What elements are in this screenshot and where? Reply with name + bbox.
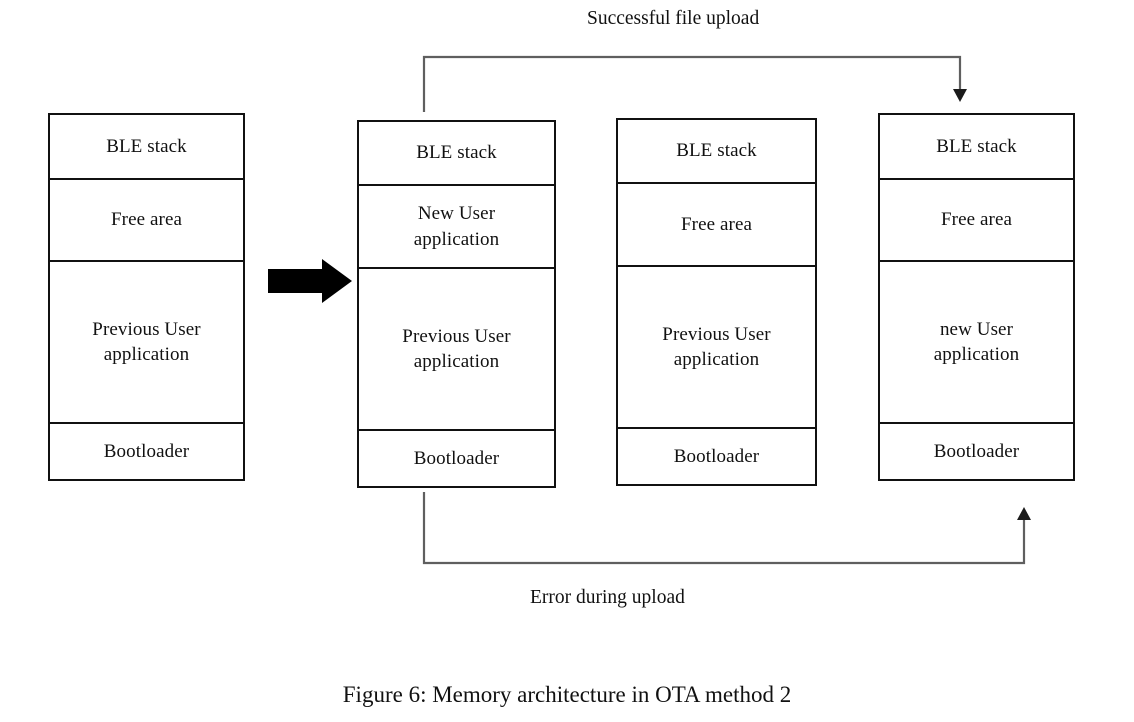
memory-segment-label: BLE stack <box>936 135 1017 157</box>
memory-segment-label: New User application <box>413 203 500 250</box>
memory-segment[interactable]: BLE stack <box>878 113 1075 180</box>
memory-segment[interactable]: Free area <box>616 182 817 267</box>
memory-segment-label: Bootloader <box>933 440 1020 462</box>
memory-segment[interactable]: Previous User application <box>48 260 245 424</box>
flow-label-error-during-upload: Error during upload <box>530 587 685 608</box>
memory-segment-label: BLE stack <box>676 140 757 162</box>
memory-segment[interactable]: new User application <box>878 260 1075 424</box>
memory-segment-label: Previous User application <box>92 318 201 365</box>
thick-transition-arrow <box>268 259 352 303</box>
memory-segment-label: BLE stack <box>106 135 187 157</box>
memory-segment[interactable]: Free area <box>48 178 245 262</box>
figure-canvas: Successful file upload Error during uplo… <box>0 0 1134 722</box>
memory-segment[interactable]: Bootloader <box>357 429 556 488</box>
error-upload-arrow <box>422 492 1031 565</box>
memory-column-3: BLE stack Free area Previous User applic… <box>616 118 817 486</box>
memory-segment[interactable]: Bootloader <box>878 422 1075 481</box>
memory-segment[interactable]: BLE stack <box>357 120 556 186</box>
successful-upload-arrow <box>422 55 967 112</box>
memory-segment-label: Free area <box>940 209 1013 231</box>
flow-label-successful-upload: Successful file upload <box>587 8 760 29</box>
memory-column-1: BLE stack Free area Previous User applic… <box>48 113 245 481</box>
memory-segment-label: Previous User application <box>662 323 771 370</box>
memory-segment[interactable]: Free area <box>878 178 1075 262</box>
memory-segment-label: Bootloader <box>413 447 500 469</box>
memory-segment-label: new User application <box>933 318 1020 365</box>
memory-segment[interactable]: Bootloader <box>616 427 817 486</box>
memory-segment-label: Free area <box>680 213 753 235</box>
memory-segment[interactable]: BLE stack <box>48 113 245 180</box>
memory-segment-label: Previous User application <box>402 325 511 372</box>
memory-segment-label: Bootloader <box>103 440 190 462</box>
memory-segment-label: BLE stack <box>416 142 497 164</box>
memory-segment-label: Free area <box>110 209 183 231</box>
memory-column-4: BLE stack Free area new User application… <box>878 113 1075 481</box>
memory-segment[interactable]: Previous User application <box>616 265 817 429</box>
memory-column-2: BLE stack New User application Previous … <box>357 120 556 488</box>
memory-segment[interactable]: Previous User application <box>357 267 556 431</box>
figure-caption: Figure 6: Memory architecture in OTA met… <box>342 682 792 707</box>
memory-segment[interactable]: New User application <box>357 184 556 269</box>
memory-segment[interactable]: BLE stack <box>616 118 817 184</box>
memory-segment[interactable]: Bootloader <box>48 422 245 481</box>
memory-segment-label: Bootloader <box>673 445 760 467</box>
